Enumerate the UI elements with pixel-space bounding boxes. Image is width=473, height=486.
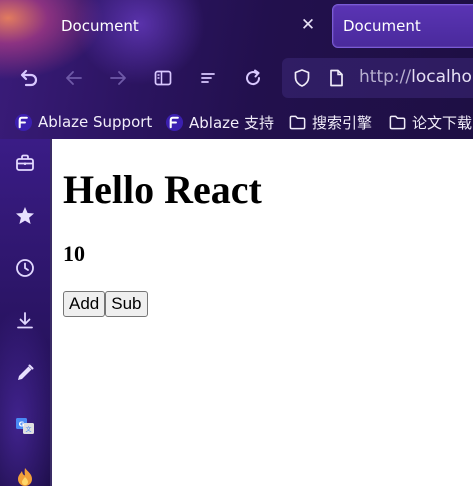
bookmark-label: Ablaze Support — [38, 113, 153, 131]
url-bar[interactable]: http://localho — [282, 58, 473, 98]
navigation-bar: http://localho — [0, 52, 473, 104]
svg-text:文: 文 — [25, 426, 31, 434]
folder-icon — [289, 115, 306, 129]
toolbox-icon[interactable] — [13, 151, 37, 175]
ablaze-logo-icon — [14, 113, 33, 131]
tab-list-icon[interactable] — [196, 66, 220, 90]
reader-view-icon[interactable] — [151, 66, 175, 90]
add-button[interactable]: Add — [63, 291, 106, 317]
sidebar: G文 — [0, 139, 52, 486]
url-host: localho — [411, 67, 472, 87]
folder-icon — [389, 115, 406, 129]
tab-title: Document — [343, 17, 421, 35]
undo-icon[interactable] — [17, 66, 41, 90]
translate-icon[interactable]: G文 — [13, 414, 37, 438]
tab-bar: Document ✕ Document — [0, 0, 473, 52]
page-info-icon[interactable] — [326, 68, 346, 88]
forward-arrow-icon[interactable] — [106, 66, 130, 90]
browser-chrome: Document ✕ Document http://localho Ablaz… — [0, 0, 473, 139]
download-icon[interactable] — [13, 309, 37, 333]
bookmark-label: Ablaze 支持 — [189, 113, 275, 132]
reload-icon[interactable] — [241, 66, 265, 90]
button-row: Add Sub — [63, 291, 148, 317]
tab-title: Document — [61, 17, 139, 35]
pencil-icon[interactable] — [13, 361, 37, 385]
bookmark-folder-paper-download[interactable]: 论文下载 — [388, 111, 472, 133]
bookmark-folder-search-engines[interactable]: 搜索引擎 — [288, 111, 372, 133]
shield-icon[interactable] — [292, 68, 312, 88]
sub-button[interactable]: Sub — [105, 291, 148, 317]
page-heading: Hello React — [63, 167, 262, 212]
ablaze-logo-icon — [165, 113, 184, 131]
bookmark-label: 论文下载 — [412, 113, 473, 132]
counter-value: 10 — [63, 241, 85, 266]
back-arrow-icon[interactable] — [62, 66, 86, 90]
svg-text:G: G — [19, 421, 25, 429]
page-content: Hello React 10 Add Sub — [52, 139, 473, 486]
bookmark-ablaze-zhichi[interactable]: Ablaze 支持 — [165, 111, 274, 133]
bookmark-ablaze-support[interactable]: Ablaze Support — [14, 111, 152, 133]
bookmark-label: 搜索引擎 — [312, 113, 373, 132]
fire-icon[interactable] — [13, 465, 37, 486]
history-clock-icon[interactable] — [13, 256, 37, 280]
url-scheme: http:// — [359, 67, 412, 87]
tab-document-active[interactable]: Document — [332, 4, 473, 48]
url-text[interactable]: http://localho — [359, 67, 472, 87]
tab-close-icon[interactable]: ✕ — [298, 15, 318, 35]
bookmarks-bar: Ablaze Support Ablaze 支持 搜索引擎 论文下载 — [0, 104, 473, 139]
star-icon[interactable] — [13, 204, 37, 228]
tab-document-inactive[interactable]: Document ✕ — [48, 4, 330, 48]
